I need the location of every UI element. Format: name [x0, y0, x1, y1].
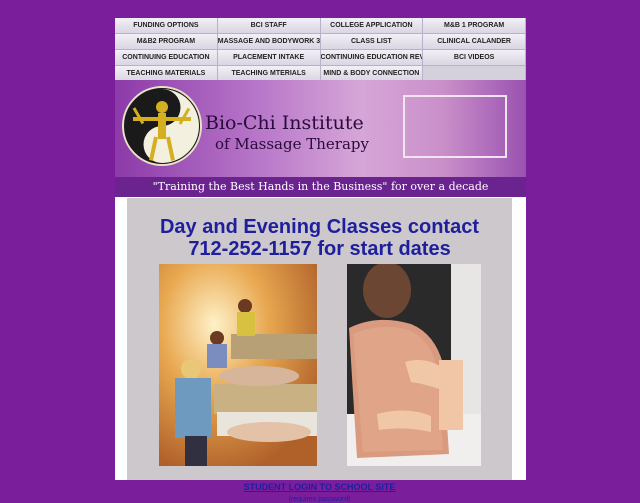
page-headline: Day and Evening Classes contact 712-252-… [127, 216, 512, 260]
banner-title: Bio-Chi Institute [205, 112, 364, 134]
nav-massage-bodywork-3[interactable]: MASSAGE AND BODYWORK 3 [217, 34, 321, 50]
nav-clinical-calander[interactable]: CLINICAL CALANDER [423, 34, 526, 50]
main-content-panel: Day and Evening Classes contact 712-252-… [127, 198, 512, 503]
massage-class-photo [159, 264, 317, 466]
back-massage-photo [347, 264, 481, 466]
headline-line-1: Day and Evening Classes contact [159, 216, 479, 238]
banner-tagline: "Training the Best Hands in the Business… [115, 177, 526, 197]
student-login-area: STUDENT LOGIN TO SCHOOL SITE (requires p… [127, 477, 512, 503]
student-login-link[interactable]: STUDENT LOGIN TO SCHOOL SITE [244, 482, 396, 492]
nav-placement-intake[interactable]: PLACEMENT INTAKE [217, 50, 321, 66]
nav-bci-videos[interactable]: BCI VIDEOS [423, 50, 526, 66]
header-banner: Bio-Chi Institute of Massage Therapy "Tr… [115, 80, 526, 197]
nav-college-application[interactable]: COLLEGE APPLICATION [320, 18, 424, 34]
nav-bci-staff[interactable]: BCI STAFF [217, 18, 321, 34]
nav-funding-options[interactable]: FUNDING OPTIONS [115, 18, 218, 34]
nav-mb1-program[interactable]: M&B 1 PROGRAM [423, 18, 526, 34]
page-container: FUNDING OPTIONS BCI STAFF COLLEGE APPLIC… [115, 18, 526, 503]
top-navigation: FUNDING OPTIONS BCI STAFF COLLEGE APPLIC… [115, 18, 526, 82]
banner-subtitle: of Massage Therapy [215, 135, 369, 153]
vitruvian-logo-icon [122, 86, 202, 166]
headline-line-2: 712-252-1157 for start dates [188, 238, 451, 260]
nav-continuing-education-rev[interactable]: CONTINUING EDUCATION REV [320, 50, 424, 66]
nav-class-list[interactable]: CLASS LIST [320, 34, 424, 50]
nav-continuing-education[interactable]: CONTINUING EDUCATION [115, 50, 218, 66]
banner-decorative-frame [403, 95, 507, 158]
nav-mb2-program[interactable]: M&B2 PROGRAM [115, 34, 218, 50]
login-password-note: (requires password) [288, 496, 351, 503]
